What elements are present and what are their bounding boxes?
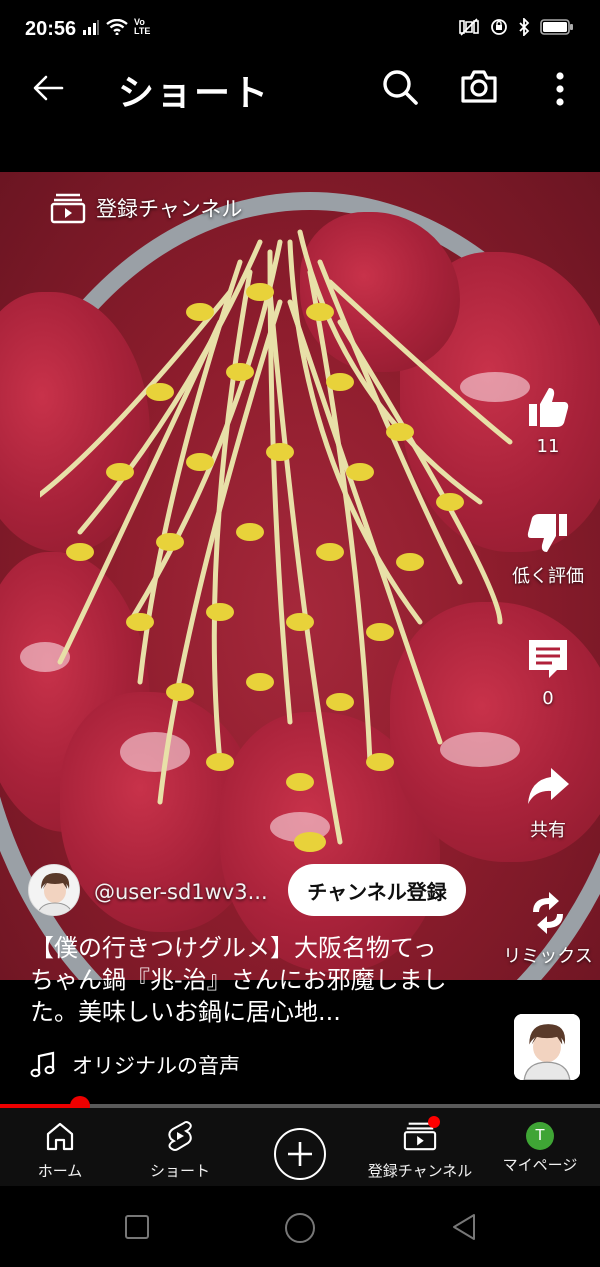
- channel-row: @user-sd1wv3... チャンネル登録: [28, 864, 488, 920]
- nav-create[interactable]: [240, 1108, 360, 1186]
- back-button[interactable]: [30, 66, 66, 106]
- home-icon: [46, 1122, 74, 1151]
- search-icon: [383, 70, 418, 105]
- nav-shorts-label: ショート: [149, 1162, 210, 1180]
- dislike-label: 低く評価: [512, 566, 584, 587]
- status-left-icons: Vo LTE: [82, 18, 150, 36]
- status-time: 20:56: [25, 18, 77, 40]
- search-button[interactable]: [380, 66, 420, 106]
- thumbs-up-icon: [529, 388, 569, 427]
- dislike-button[interactable]: 低く評価: [498, 510, 598, 588]
- bluetooth-icon: [519, 18, 530, 36]
- audio-label: オリジナルの音声: [72, 1054, 240, 1078]
- volte-bottom-text: LTE: [134, 26, 151, 36]
- wifi-icon: [106, 19, 128, 35]
- nav-subscriptions[interactable]: 登録チャンネル: [360, 1108, 480, 1186]
- alarm-icon: [491, 19, 507, 35]
- remix-button[interactable]: リミックス: [498, 890, 598, 968]
- notification-dot: [428, 1116, 440, 1128]
- video-title[interactable]: 【僕の行きつけグルメ】大阪名物てっちゃん鍋『兆-治』さんにお邪魔しました。美味し…: [30, 932, 460, 1028]
- subscriptions-label: 登録チャンネル: [96, 197, 243, 221]
- share-label: 共有: [530, 820, 566, 841]
- comment-icon: [529, 640, 567, 678]
- user-avatar: T: [526, 1122, 554, 1150]
- thumbs-down-icon: [527, 514, 567, 552]
- comments-button[interactable]: 0: [498, 636, 598, 709]
- remix-icon: [533, 892, 563, 934]
- recents-icon[interactable]: [124, 1214, 150, 1240]
- nav-home-label: ホーム: [37, 1162, 83, 1180]
- subscribe-button[interactable]: チャンネル登録: [288, 864, 466, 916]
- nav-subscriptions-label: 登録チャンネル: [367, 1162, 473, 1180]
- channel-handle[interactable]: @user-sd1wv3...: [94, 880, 268, 904]
- camera-icon: [461, 70, 497, 103]
- nav-shorts[interactable]: ショート: [120, 1108, 240, 1186]
- bean-sprouts: [40, 229, 513, 902]
- subscriptions-icon: [50, 193, 86, 224]
- create-button[interactable]: [274, 1128, 326, 1180]
- audio-source-thumbnail[interactable]: [514, 1014, 580, 1080]
- plus-icon: [288, 1142, 312, 1166]
- back-arrow-icon: [33, 75, 64, 101]
- more-options-button[interactable]: [546, 66, 574, 108]
- nav-home[interactable]: ホーム: [0, 1108, 120, 1186]
- music-note-icon: [30, 1051, 55, 1078]
- home-circle-icon[interactable]: [284, 1212, 316, 1244]
- remix-label: リミックス: [503, 946, 593, 967]
- like-button[interactable]: 11: [498, 384, 598, 457]
- system-nav-bar: [0, 1186, 600, 1267]
- audio-row[interactable]: オリジナルの音声: [30, 1050, 240, 1080]
- battery-icon: [540, 19, 573, 35]
- avatar-illustration: [29, 865, 79, 915]
- app-header: ショート: [0, 60, 600, 120]
- bottom-nav: ホーム ショート 登録チャンネル T マイページ: [0, 1108, 600, 1186]
- shorts-icon: [168, 1121, 192, 1151]
- share-button[interactable]: 共有: [498, 764, 598, 842]
- nav-my-page-label: マイページ: [502, 1156, 578, 1174]
- share-icon: [528, 768, 569, 804]
- signal-icon: [83, 20, 99, 35]
- like-count: 11: [536, 436, 560, 457]
- channel-avatar[interactable]: [28, 864, 80, 916]
- comment-count: 0: [542, 688, 554, 709]
- volte-icon: Vo LTE: [134, 18, 150, 36]
- back-triangle-icon[interactable]: [450, 1212, 478, 1242]
- mute-icon: [459, 18, 479, 36]
- page-title: ショート: [118, 73, 271, 114]
- subscriptions-link[interactable]: 登録チャンネル: [50, 192, 242, 224]
- more-vert-icon: [556, 72, 564, 106]
- nav-my-page[interactable]: T マイページ: [480, 1108, 600, 1186]
- camera-button[interactable]: [458, 66, 500, 106]
- status-right-icons: [458, 18, 574, 36]
- avatar-illustration: [514, 1014, 580, 1080]
- status-bar: 20:56 Vo LTE: [0, 0, 600, 60]
